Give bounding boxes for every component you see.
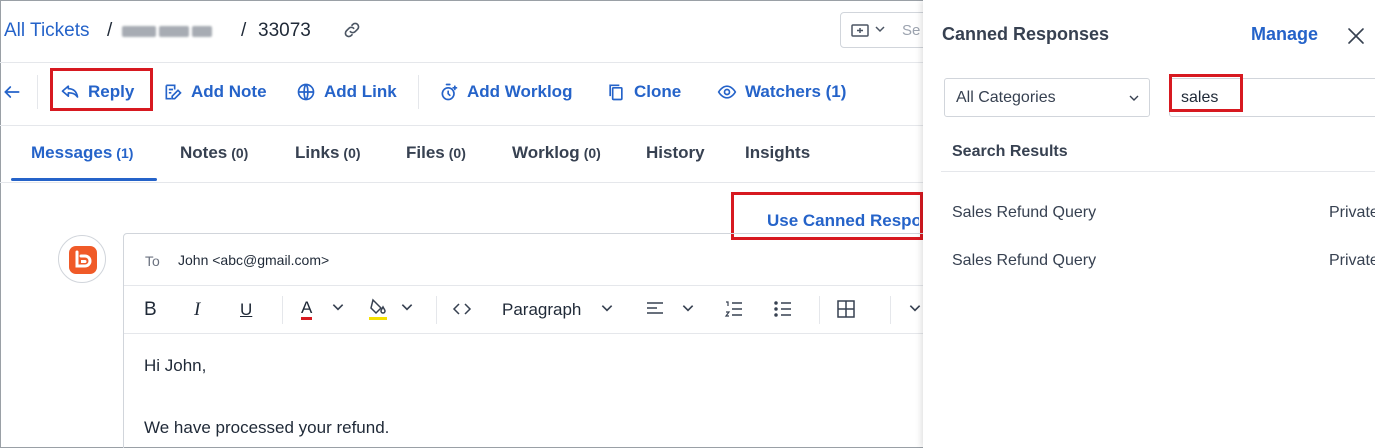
to-label: To (145, 253, 160, 269)
breadcrumb-redacted-name (122, 24, 220, 38)
category-select-value: All Categories (956, 89, 1056, 106)
ticket-tabs: Messages (1) Notes (0) Links (0) Files (0) W… (0, 126, 925, 183)
result-visibility-label: Private (1329, 204, 1375, 221)
add-worklog-label: Add Worklog (467, 82, 573, 101)
tab-links[interactable]: Links (0) (295, 143, 361, 163)
recipient-field[interactable]: John <abc@gmail.com> (178, 252, 329, 268)
add-worklog-button[interactable]: Add Worklog (439, 77, 572, 107)
toolbar-divider (436, 296, 437, 324)
tab-worklog[interactable]: Worklog (0) (512, 143, 601, 163)
tab-notes[interactable]: Notes (0) (180, 143, 248, 163)
toolbar-divider (890, 296, 891, 324)
avatar (58, 235, 106, 283)
active-tab-indicator (11, 178, 157, 181)
tab-count: (0) (583, 145, 601, 161)
toolbar-divider (418, 75, 419, 109)
ticket-icon (851, 24, 869, 37)
breadcrumb-separator: / (241, 20, 247, 41)
chevron-down-icon (1129, 95, 1139, 101)
underline-button[interactable]: U (240, 300, 252, 320)
copy-link-icon[interactable] (342, 20, 362, 40)
tab-insights[interactable]: Insights (745, 143, 810, 163)
chevron-down-icon[interactable] (600, 301, 614, 315)
note-edit-icon (165, 84, 182, 100)
add-note-label: Add Note (191, 82, 267, 101)
breadcrumb-all-tickets-link[interactable]: All Tickets (4, 20, 90, 42)
canned-result-item[interactable]: Sales Refund Query (952, 252, 1096, 270)
watchers-label: Watchers (1) (745, 82, 847, 101)
tab-label: Links (295, 143, 340, 162)
add-note-button[interactable]: Add Note (163, 77, 267, 107)
watchers-button[interactable]: Watchers (1) (717, 77, 846, 107)
recipient-row: To John <abc@gmail.com> (124, 234, 927, 286)
tab-count: (0) (343, 145, 361, 161)
header-bar: All Tickets / / 33073 Se (0, 0, 930, 63)
toolbar-divider (282, 296, 283, 324)
chevron-down-icon[interactable] (681, 301, 695, 315)
add-link-label: Add Link (324, 82, 397, 101)
result-visibility-label: Private (1329, 252, 1375, 269)
toolbar-divider (37, 75, 38, 109)
formatting-toolbar: B I U A Paragraph (124, 286, 927, 334)
tab-label: Worklog (512, 143, 580, 162)
chevron-down-icon[interactable] (908, 301, 922, 315)
tab-label: Messages (31, 143, 113, 162)
italic-button[interactable]: I (194, 299, 200, 321)
global-search-input[interactable]: Se (902, 22, 920, 39)
back-arrow-icon[interactable] (2, 82, 22, 102)
numbered-list-icon[interactable] (724, 299, 744, 319)
canned-responses-panel: Canned Responses Manage All Categories s… (923, 0, 1375, 448)
reply-highlight-box (50, 68, 153, 111)
tab-label: Insights (745, 143, 811, 162)
tab-history[interactable]: History (646, 143, 705, 163)
eye-icon (717, 85, 737, 99)
table-icon[interactable] (836, 299, 856, 319)
tab-files[interactable]: Files (0) (406, 143, 466, 163)
timer-plus-icon (441, 83, 458, 101)
chevron-down-icon[interactable] (331, 300, 345, 314)
globe-icon (297, 83, 315, 101)
highlight-color-icon[interactable] (367, 297, 389, 321)
message-body-line[interactable]: We have processed your refund. (144, 418, 389, 438)
global-search[interactable]: Se (840, 12, 930, 48)
bullet-list-icon[interactable] (773, 299, 793, 319)
toolbar-divider (819, 296, 820, 324)
category-select[interactable]: All Categories (944, 78, 1150, 117)
paragraph-style-select[interactable]: Paragraph (502, 300, 581, 320)
close-icon[interactable] (1346, 26, 1366, 46)
tab-messages[interactable]: Messages (1) (31, 143, 133, 163)
breadcrumb-separator: / (107, 20, 113, 41)
chevron-down-icon[interactable] (400, 300, 414, 314)
canned-result-item[interactable]: Sales Refund Query (952, 204, 1096, 222)
clone-icon (609, 84, 623, 101)
font-color-button[interactable]: A (301, 299, 313, 320)
reply-composer: To John <abc@gmail.com> B I U A Paragrap… (123, 233, 928, 448)
tab-count: (0) (448, 145, 466, 161)
tab-label: History (646, 143, 705, 162)
divider (941, 171, 1375, 172)
action-toolbar: Reply Add Note Add Link Add Worklog Clon… (0, 63, 925, 126)
bold-button[interactable]: B (144, 299, 157, 321)
align-left-icon[interactable] (645, 299, 665, 319)
clone-label: Clone (634, 82, 682, 101)
manage-link[interactable]: Manage (1251, 24, 1318, 45)
ticket-id: 33073 (258, 20, 311, 41)
tab-label: Notes (180, 143, 228, 162)
chevron-down-icon[interactable] (874, 23, 886, 35)
message-body-line[interactable]: Hi John, (144, 356, 206, 376)
search-results-heading: Search Results (952, 143, 1068, 160)
clone-button[interactable]: Clone (606, 77, 681, 107)
search-highlight-box (1169, 74, 1243, 112)
tab-count: (1) (116, 145, 134, 161)
panel-title: Canned Responses (942, 24, 1110, 44)
code-icon[interactable] (452, 300, 472, 318)
add-link-button[interactable]: Add Link (296, 77, 397, 107)
brand-logo-icon (69, 246, 97, 274)
tab-label: Files (406, 143, 445, 162)
tab-count: (0) (231, 145, 249, 161)
